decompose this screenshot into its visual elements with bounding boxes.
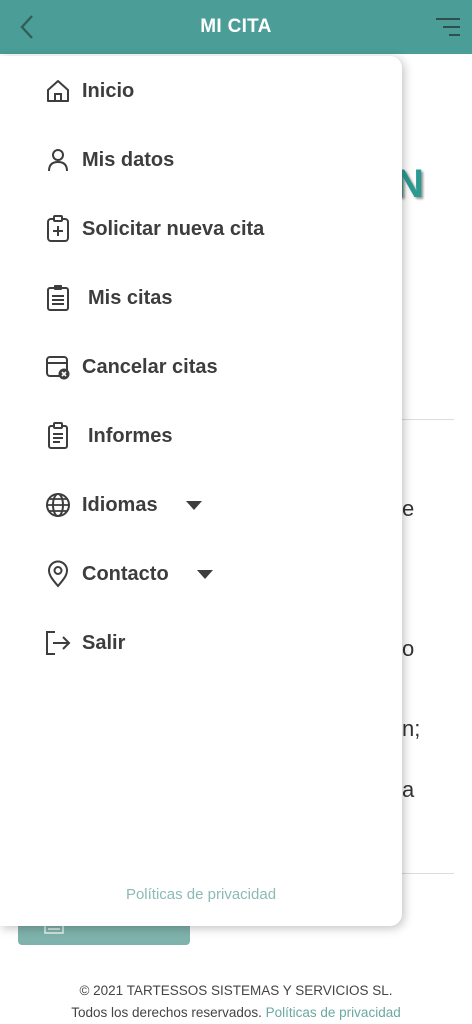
- menu-item-label: Solicitar nueva cita: [82, 217, 265, 240]
- menu-item-mis-citas[interactable]: Mis citas: [44, 280, 172, 316]
- divider: [402, 419, 454, 420]
- menu-item-salir[interactable]: Salir: [44, 625, 125, 661]
- menu-button[interactable]: [432, 12, 464, 42]
- report-icon: [44, 422, 72, 450]
- copyright-text: © 2021 TARTESSOS SISTEMAS Y SERVICIOS SL…: [79, 983, 393, 998]
- page-title: MI CITA: [200, 16, 272, 37]
- background-text: a: [402, 777, 415, 802]
- caret-down-icon[interactable]: [185, 500, 202, 510]
- user-icon: [44, 146, 72, 174]
- app-header: MI CITA: [0, 0, 472, 54]
- home-icon: [44, 77, 72, 105]
- footer-privacy-link[interactable]: Políticas de privacidad: [266, 1005, 401, 1020]
- calendar-cancel-icon: [44, 353, 72, 381]
- menu-item-label: Cancelar citas: [82, 355, 218, 378]
- back-button[interactable]: [12, 11, 42, 43]
- menu-item-cancelar-citas[interactable]: Cancelar citas: [44, 349, 218, 385]
- menu-item-label: Contacto: [82, 562, 169, 585]
- menu-item-label: Idiomas: [82, 493, 158, 516]
- divider: [402, 873, 454, 874]
- menu-item-idiomas[interactable]: Idiomas: [44, 487, 202, 523]
- menu-item-label: Informes: [88, 424, 173, 447]
- background-text: n;: [402, 716, 421, 741]
- menu-item-label: Mis citas: [88, 286, 173, 309]
- page-footer: © 2021 TARTESSOS SISTEMAS Y SERVICIOS SL…: [0, 980, 472, 1024]
- menu-item-label: Mis datos: [82, 148, 175, 171]
- menu-item-mis-datos[interactable]: Mis datos: [44, 142, 174, 178]
- clipboard-list-icon: [44, 284, 72, 312]
- logout-icon: [44, 629, 72, 657]
- menu-item-contacto[interactable]: Contacto: [44, 556, 213, 592]
- globe-icon: [44, 491, 72, 519]
- caret-down-icon[interactable]: [196, 569, 213, 579]
- background-text: e: [402, 496, 415, 521]
- rights-text: Todos los derechos reservados.: [71, 1005, 262, 1020]
- menu-item-label: Salir: [82, 631, 126, 654]
- location-pin-icon: [44, 560, 72, 588]
- menu-item-label: Inicio: [82, 79, 135, 102]
- menu-icon: [436, 18, 460, 36]
- menu-item-solicitar-nueva-cita[interactable]: Solicitar nueva cita: [44, 211, 264, 247]
- clipboard-plus-icon: [44, 215, 72, 243]
- navigation-drawer: Inicio Mis datos Solicitar nueva cita Mi…: [0, 56, 402, 926]
- drawer-privacy-link[interactable]: Políticas de privacidad: [0, 886, 402, 903]
- chevron-left-icon: [20, 15, 33, 39]
- background-text: o: [402, 636, 415, 661]
- menu-item-inicio[interactable]: Inicio: [44, 73, 134, 109]
- menu-item-informes[interactable]: Informes: [44, 418, 172, 454]
